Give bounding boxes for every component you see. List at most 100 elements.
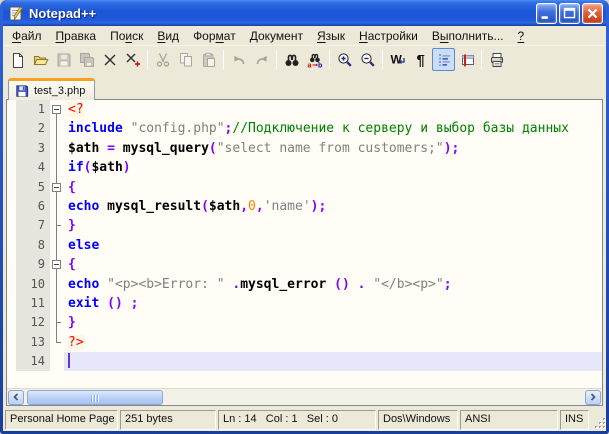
token-op: () bbox=[334, 276, 350, 292]
menu-item-view[interactable]: Вид bbox=[150, 28, 186, 44]
bookmark-margin bbox=[7, 177, 16, 197]
bookmark-margin bbox=[7, 100, 16, 120]
word-wrap-icon[interactable]: W bbox=[386, 48, 409, 71]
minimize-button[interactable] bbox=[536, 2, 557, 24]
menu-item-search[interactable]: Поиск bbox=[103, 28, 150, 44]
maximize-button[interactable] bbox=[559, 2, 580, 24]
new-file-icon[interactable] bbox=[6, 48, 29, 71]
token-string: 'name' bbox=[263, 198, 311, 214]
code-text: ?> bbox=[64, 333, 602, 352]
code-line-7[interactable]: 7} bbox=[7, 216, 602, 237]
notepadpp-app-icon bbox=[8, 5, 25, 22]
code-line-10[interactable]: 10 echo "<p><b>Error: " .mysql_error () .… bbox=[7, 274, 602, 295]
save-all-icon bbox=[75, 48, 98, 71]
bookmark-margin bbox=[7, 119, 16, 139]
line-number: 1 bbox=[16, 100, 50, 120]
resize-grip[interactable] bbox=[591, 410, 607, 430]
scroll-right-arrow[interactable] bbox=[585, 389, 601, 405]
code-line-9[interactable]: 9{ bbox=[7, 255, 602, 275]
fold-margin bbox=[50, 177, 64, 198]
code-line-2[interactable]: 2 include "config.php";//Подключение к се… bbox=[7, 119, 602, 140]
token-op: } bbox=[68, 315, 76, 331]
line-number: 4 bbox=[16, 158, 50, 178]
fold-margin bbox=[50, 332, 64, 353]
bookmark-margin bbox=[7, 138, 16, 159]
status-cursor-position: Ln : 14 Col : 1 Sel : 0 bbox=[218, 410, 376, 430]
show-all-characters-icon[interactable]: ¶ bbox=[409, 48, 432, 71]
token-op: = bbox=[107, 140, 115, 156]
close-button[interactable] bbox=[582, 2, 603, 24]
token-op: { bbox=[68, 257, 76, 273]
toolbar-separator bbox=[223, 50, 224, 69]
menu-item-edit[interactable]: Правка bbox=[49, 28, 104, 44]
tab-test_3-php[interactable]: test_3.php bbox=[8, 78, 96, 100]
code-line-1[interactable]: 1 <? bbox=[7, 100, 602, 120]
window-controls bbox=[536, 2, 603, 24]
menu-item-settings[interactable]: Настройки bbox=[352, 28, 425, 44]
titlebar[interactable]: Notepad++ bbox=[3, 0, 606, 26]
zoom-out-icon[interactable] bbox=[356, 48, 379, 71]
svg-text:b: b bbox=[318, 62, 322, 68]
bookmark-margin bbox=[7, 332, 16, 353]
code-line-8[interactable]: 8 else bbox=[7, 235, 602, 256]
toolbar-separator bbox=[481, 50, 482, 69]
fold-margin bbox=[50, 119, 64, 140]
fold-collapse-box[interactable] bbox=[52, 182, 61, 192]
bookmark-margin bbox=[7, 216, 16, 236]
menu-item-format[interactable]: Формат bbox=[186, 28, 243, 44]
code-line-11[interactable]: 11 exit () ; bbox=[7, 293, 602, 314]
code-line-4[interactable]: 4 if($ath) bbox=[7, 158, 602, 178]
replace-icon[interactable]: ab bbox=[303, 48, 326, 71]
close-all-icon[interactable] bbox=[121, 48, 144, 71]
horizontal-scrollbar[interactable] bbox=[7, 388, 602, 405]
code-line-12[interactable]: 12} bbox=[7, 313, 602, 334]
code-line-14[interactable]: 14 bbox=[7, 352, 602, 372]
token-tag: ?> bbox=[68, 334, 84, 350]
scroll-left-arrow[interactable] bbox=[8, 389, 24, 405]
line-number: 13 bbox=[16, 332, 50, 353]
code-area[interactable]: 1 <? 2 include "config.php";//Подключение к… bbox=[7, 100, 602, 388]
fold-margin bbox=[50, 313, 64, 334]
fold-collapse-box[interactable] bbox=[52, 105, 61, 114]
find-icon[interactable] bbox=[280, 48, 303, 71]
close-file-icon[interactable] bbox=[98, 48, 121, 71]
menu-item-file[interactable]: Файл bbox=[5, 28, 49, 44]
token-op: ); bbox=[443, 140, 460, 156]
code-line-5[interactable]: 5{ bbox=[7, 177, 602, 198]
menu-item-language[interactable]: Язык bbox=[310, 28, 352, 44]
menu-item-document[interactable]: Документ bbox=[243, 28, 310, 44]
toolbar-separator bbox=[382, 50, 383, 69]
scroll-track[interactable] bbox=[25, 389, 584, 405]
token-op: { bbox=[68, 179, 76, 195]
token-op: } bbox=[68, 218, 76, 234]
toolbar-separator bbox=[147, 50, 148, 69]
token-number: 0 bbox=[248, 198, 256, 214]
cut-icon bbox=[151, 48, 174, 71]
token-op: ); bbox=[310, 198, 327, 214]
status-insert-mode: INS bbox=[560, 410, 589, 430]
undo-icon bbox=[227, 48, 250, 71]
fold-margin bbox=[50, 293, 64, 314]
toolbar-separator bbox=[276, 50, 277, 69]
line-number: 9 bbox=[16, 255, 50, 275]
token-keyword: echo bbox=[68, 276, 100, 292]
code-text: echo mysql_result($ath,0,'name'); bbox=[64, 197, 602, 216]
scroll-thumb[interactable] bbox=[27, 389, 163, 405]
menu-item-help[interactable]: ? bbox=[511, 28, 532, 44]
indent-guide-icon[interactable] bbox=[432, 48, 455, 71]
print-icon[interactable] bbox=[485, 48, 508, 71]
code-line-6[interactable]: 6 echo mysql_result($ath,0,'name'); bbox=[7, 196, 602, 217]
menu-item-run[interactable]: Выполнить... bbox=[425, 28, 511, 44]
token-op: , bbox=[255, 198, 264, 214]
code-line-13[interactable]: 13 ?> bbox=[7, 332, 602, 353]
code-text: { bbox=[64, 255, 602, 274]
notepadpp-window: Notepad++ Файл Правка Поиск Вид Формат Докуме… bbox=[0, 0, 609, 434]
zoom-in-icon[interactable] bbox=[333, 48, 356, 71]
fold-collapse-box[interactable] bbox=[52, 260, 61, 270]
doc-switcher-icon[interactable] bbox=[455, 48, 478, 71]
token-ident: $ath bbox=[68, 140, 100, 156]
open-file-icon[interactable] bbox=[29, 48, 52, 71]
code-line-3[interactable]: 3 $ath = mysql_query("select name from cu… bbox=[7, 138, 602, 159]
